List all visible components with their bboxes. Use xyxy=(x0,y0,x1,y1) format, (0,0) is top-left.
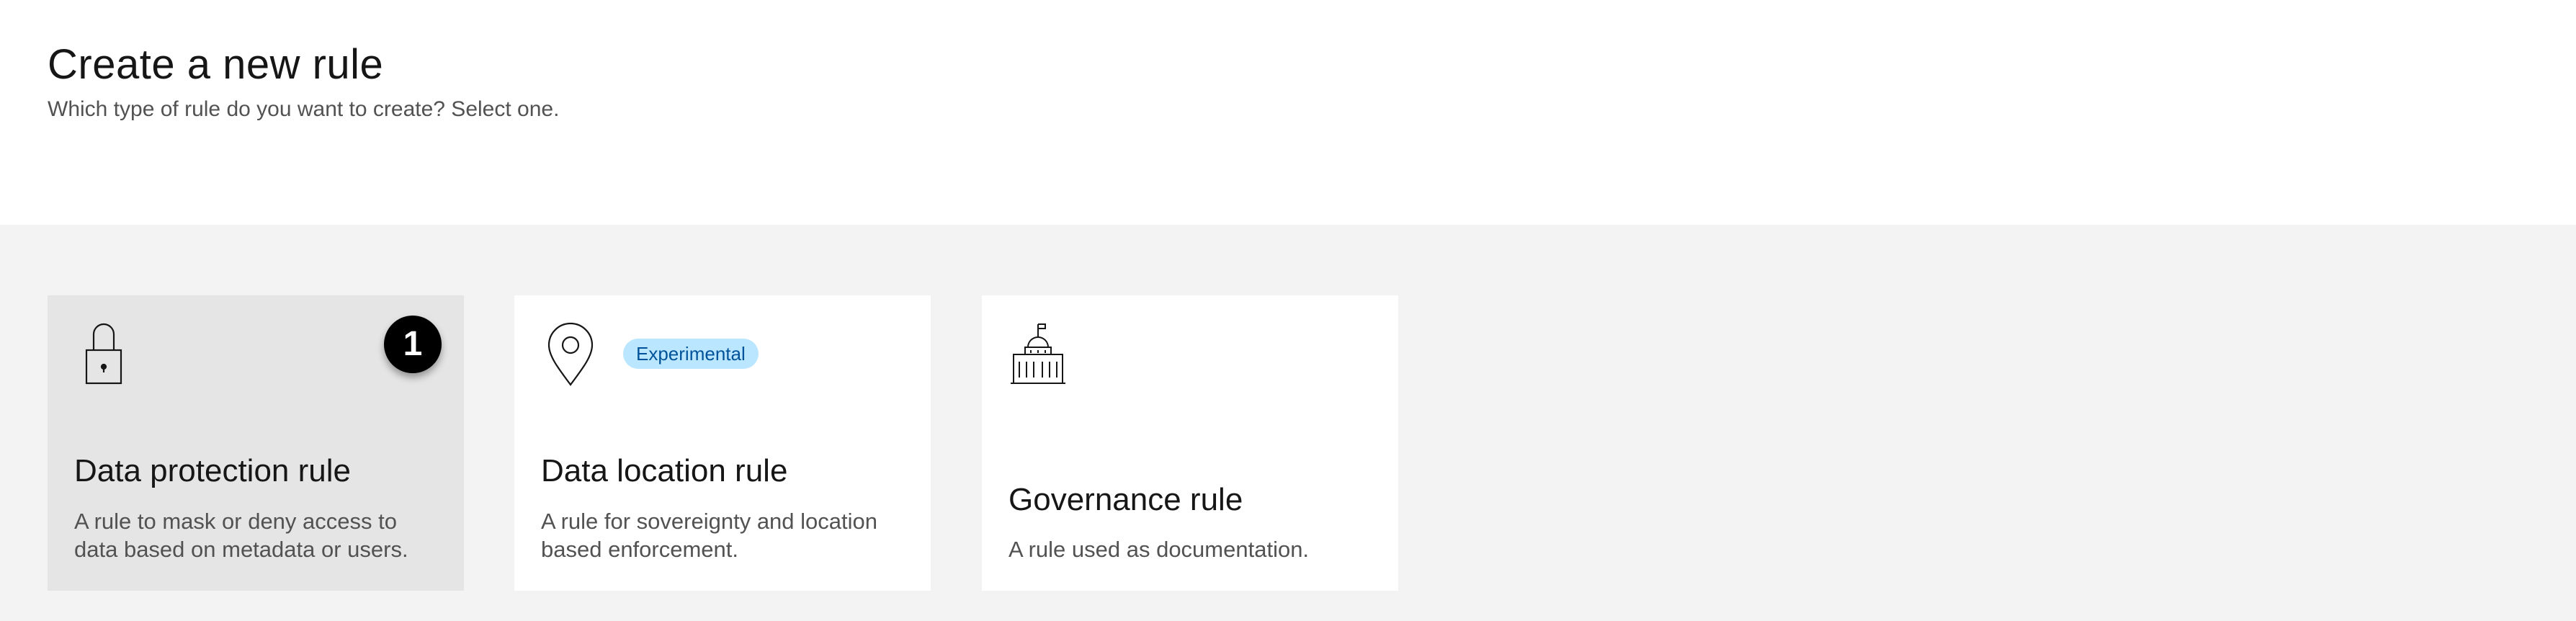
location-pin-icon xyxy=(540,321,601,386)
card-data-protection-rule[interactable]: 1 Data protection rule A rule to mask or… xyxy=(48,295,464,591)
page-subtitle: Which type of rule do you want to create… xyxy=(48,97,560,121)
card-data-location-rule[interactable]: Experimental Data location rule A rule f… xyxy=(514,295,931,591)
card-title: Governance rule xyxy=(1009,482,1243,517)
step-badge: 1 xyxy=(384,316,442,373)
card-governance-rule[interactable]: Governance rule A rule used as documenta… xyxy=(982,295,1398,591)
page-title: Create a new rule xyxy=(48,41,384,88)
government-building-icon xyxy=(1008,321,1068,386)
experimental-tag: Experimental xyxy=(623,339,759,369)
page-header: Create a new rule Which type of rule do … xyxy=(0,0,2576,225)
card-description: A rule used as documentation. xyxy=(1009,537,1310,562)
card-title: Data protection rule xyxy=(74,453,351,488)
card-description: A rule to mask or deny access to data ba… xyxy=(74,509,408,562)
card-title: Data location rule xyxy=(541,453,788,488)
card-description: A rule for sovereignty and location base… xyxy=(541,509,877,562)
lock-icon xyxy=(73,321,134,386)
